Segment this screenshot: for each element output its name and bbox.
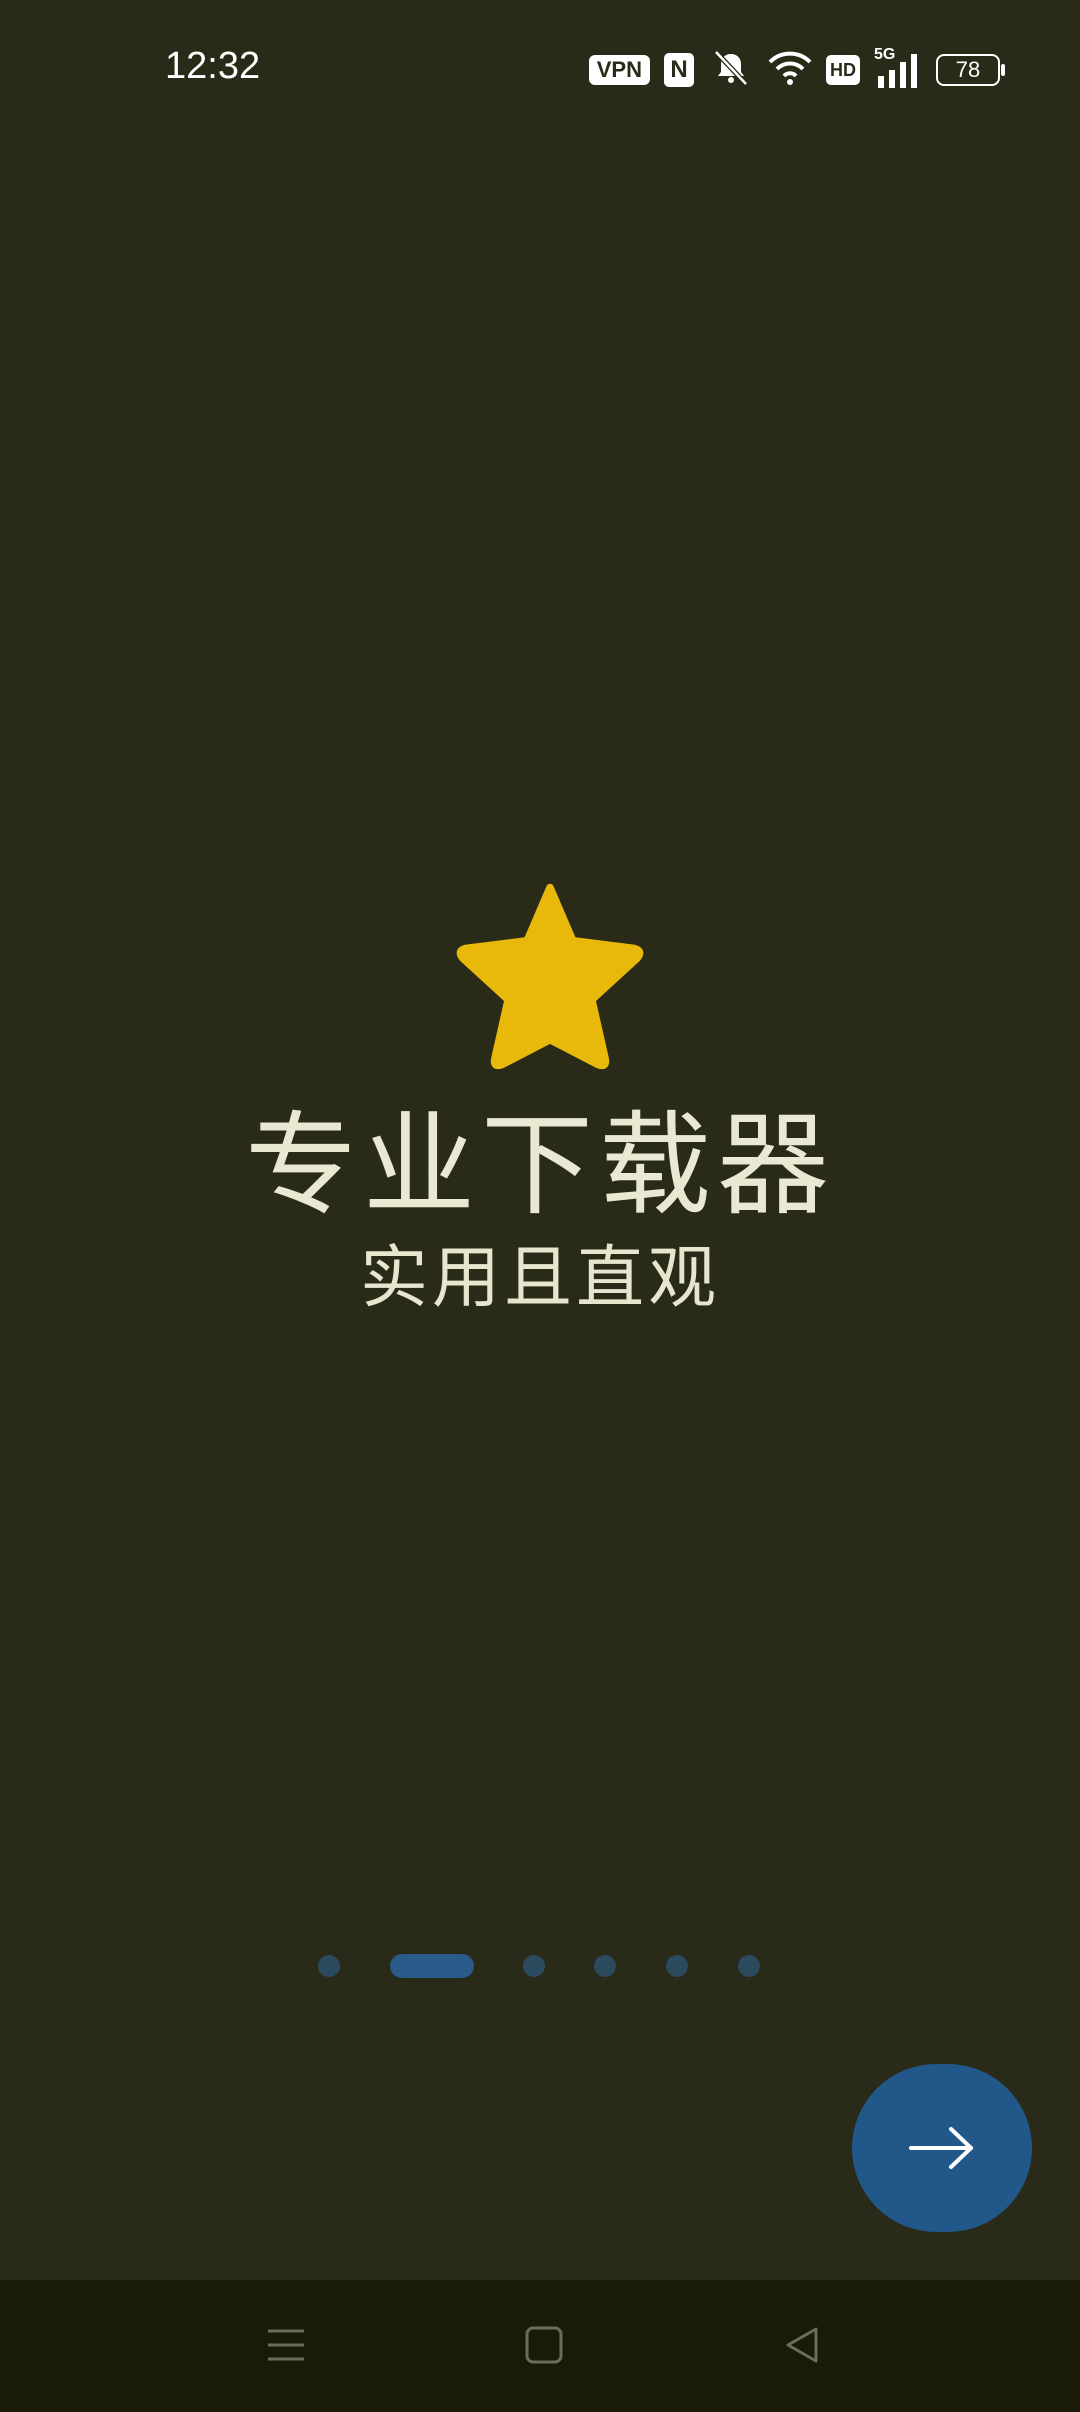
status-time: 12:32 [165, 45, 261, 87]
arrow-right-icon [909, 2127, 973, 2169]
menu-button[interactable] [261, 2320, 311, 2370]
back-button[interactable] [777, 2320, 827, 2370]
menu-icon [268, 2329, 304, 2361]
back-icon [786, 2327, 818, 2363]
page-dot[interactable] [666, 1955, 688, 1977]
signal-icon: 5G [874, 46, 922, 90]
page-dot[interactable] [318, 1955, 340, 1977]
battery-indicator: 78 [936, 54, 1005, 86]
page-dot[interactable] [738, 1955, 760, 1977]
onboarding-title: 专业下载器 [245, 1101, 835, 1231]
page-dot[interactable] [594, 1955, 616, 1977]
wifi-icon [768, 50, 812, 90]
star-icon [456, 883, 644, 1070]
onboarding-subtitle: 实用且直观 [359, 1239, 720, 1318]
page-dot[interactable] [523, 1955, 545, 1977]
mute-icon [708, 48, 754, 92]
page-dot-active[interactable] [390, 1954, 474, 1978]
status-bar: 12:32 VPN N HD 5G 78 [0, 0, 1080, 140]
home-icon [525, 2326, 563, 2364]
page-indicator [0, 1952, 1080, 1980]
system-nav-bar [0, 2280, 1080, 2412]
vpn-badge: VPN [588, 55, 650, 85]
status-icons: VPN N HD 5G 78 [588, 46, 1005, 92]
home-button[interactable] [519, 2320, 569, 2370]
hd-badge: HD [826, 55, 860, 85]
nfc-icon: N [664, 53, 694, 87]
next-button[interactable] [852, 2064, 1032, 2232]
